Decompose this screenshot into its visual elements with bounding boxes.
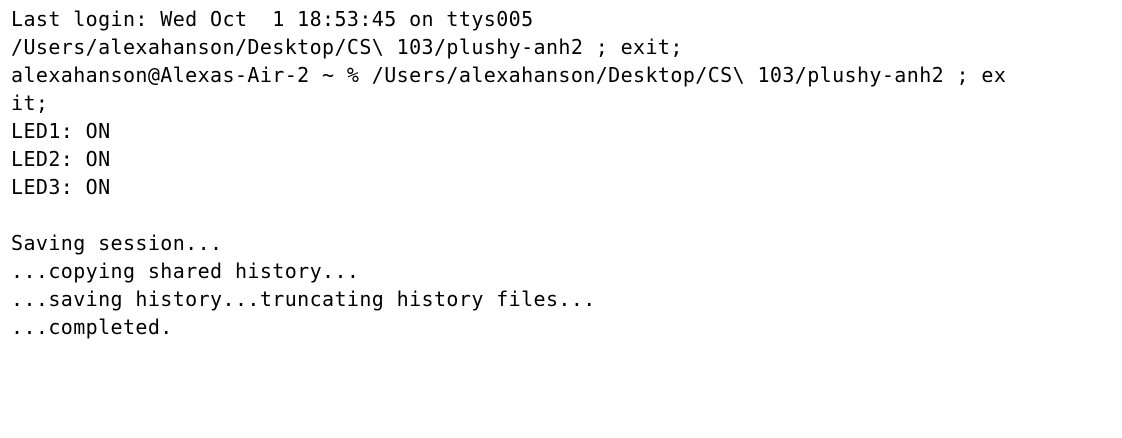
terminal-line-cursor [11, 341, 1122, 369]
terminal-line-saving-session: Saving session... [11, 231, 223, 255]
terminal-line-led3: LED3: ON [11, 175, 111, 199]
terminal-line-led2: LED2: ON [11, 147, 111, 171]
terminal-line-last-login: Last login: Wed Oct 1 18:53:45 on ttys00… [11, 7, 534, 31]
terminal-line-copying-history: ...copying shared history... [11, 259, 360, 283]
terminal-line-led1: LED1: ON [11, 119, 111, 143]
terminal-line-completed: ...completed. [11, 315, 173, 339]
terminal-line-command: /Users/alexahanson/Desktop/CS\ 103/plush… [11, 35, 683, 59]
terminal-window[interactable]: Last login: Wed Oct 1 18:53:45 on ttys00… [0, 0, 1122, 438]
terminal-line-prompt-wrap: it; [11, 91, 49, 115]
terminal-line-saving-history: ...saving history...truncating history f… [11, 287, 596, 311]
terminal-line-prompt: alexahanson@Alexas-Air-2 ~ % /Users/alex… [11, 63, 1007, 87]
